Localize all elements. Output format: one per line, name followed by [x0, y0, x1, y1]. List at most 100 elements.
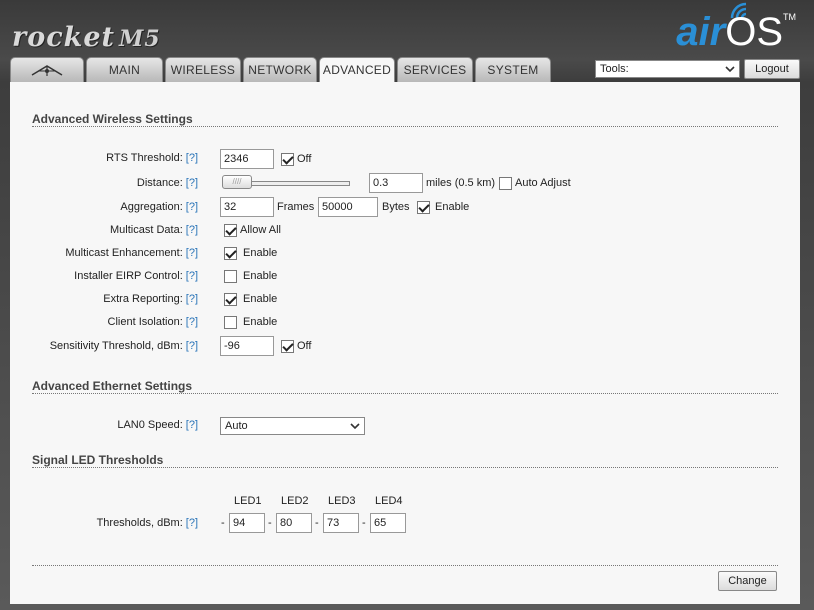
client-isolation-enable: Enable	[243, 316, 278, 328]
extra-reporting-label: Extra Reporting: [?]	[103, 293, 198, 305]
rocket-m5-logo: rocket M5	[12, 22, 161, 53]
airos-logo-tm: TM	[783, 12, 796, 22]
section-divider	[32, 393, 778, 394]
aggregation-frames-input[interactable]: 32	[220, 197, 274, 217]
product-model-text: M5	[119, 26, 161, 52]
section-divider	[32, 467, 778, 468]
multicast-enh-help-link[interactable]: [?]	[186, 247, 198, 259]
led4-header: LED4	[375, 495, 403, 507]
sensitivity-off-checkbox[interactable]	[281, 340, 294, 353]
chevron-down-icon	[725, 66, 735, 73]
rts-threshold-input[interactable]: 2346	[220, 149, 274, 169]
section-divider	[32, 126, 778, 127]
frames-label: Frames	[277, 201, 315, 213]
tools-dropdown[interactable]: Tools:	[595, 60, 740, 78]
tab-wireless[interactable]: WIRELESS	[165, 57, 241, 82]
sensitivity-off-label: Off	[297, 340, 312, 352]
distance-input[interactable]: 0.3	[369, 173, 423, 193]
thresholds-help-link[interactable]: [?]	[186, 517, 198, 529]
led1-header: LED1	[234, 495, 262, 507]
tab-system[interactable]: SYSTEM	[475, 57, 551, 82]
tab-network[interactable]: NETWORK	[243, 57, 317, 82]
distance-label: Distance: [?]	[137, 177, 198, 189]
aggregation-bytes-input[interactable]: 50000	[318, 197, 378, 217]
distance-unit: miles (0.5 km)	[426, 177, 496, 189]
aggregation-label: Aggregation: [?]	[120, 201, 198, 213]
thresholds-label-text: Thresholds, dBm:	[96, 517, 183, 529]
eirp-control-label-text: Installer EIRP Control:	[74, 270, 183, 282]
led2-threshold-input[interactable]: 80	[276, 513, 312, 533]
sensitivity-help-link[interactable]: [?]	[186, 340, 198, 352]
airos-logo-os: OS	[725, 10, 783, 54]
client-isolation-label: Client Isolation: [?]	[108, 316, 198, 328]
client-isolation-help-link[interactable]: [?]	[186, 316, 198, 328]
eirp-control-label: Installer EIRP Control: [?]	[74, 270, 198, 282]
sensitivity-threshold-input[interactable]: -96	[220, 336, 274, 356]
distance-label-text: Distance:	[136, 177, 183, 189]
multicast-allow-checkbox[interactable]	[224, 224, 237, 237]
auto-adjust-checkbox[interactable]	[499, 177, 512, 190]
led3-threshold-input[interactable]: 73	[323, 513, 359, 533]
led3-minus: -	[315, 517, 319, 529]
chevron-down-icon	[350, 423, 360, 430]
client-isolation-label-text: Client Isolation:	[107, 316, 183, 328]
multicast-data-label-text: Multicast Data:	[110, 224, 183, 236]
aggregation-enable-checkbox[interactable]	[417, 201, 430, 214]
product-logo-text: rocket	[12, 22, 116, 53]
led4-minus: -	[362, 517, 366, 529]
change-button[interactable]: Change	[718, 571, 777, 591]
eirp-help-link[interactable]: [?]	[186, 270, 198, 282]
lan0-help-link[interactable]: [?]	[186, 419, 198, 431]
tools-dropdown-value: Tools:	[600, 63, 629, 75]
led1-minus: -	[221, 517, 225, 529]
airos-logo-air: air	[676, 10, 726, 54]
advanced-settings-panel: Advanced Wireless Settings RTS Threshold…	[10, 82, 800, 604]
multicast-enhancement-label: Multicast Enhancement: [?]	[65, 247, 198, 259]
auto-adjust-label: Auto Adjust	[515, 177, 571, 189]
multicast-data-label: Multicast Data: [?]	[110, 224, 198, 236]
ethernet-section-title: Advanced Ethernet Settings	[32, 379, 193, 393]
ubiquiti-logo-icon	[31, 65, 63, 76]
tab-main[interactable]: MAIN	[86, 57, 163, 82]
lan0-speed-label-text: LAN0 Speed:	[117, 419, 183, 431]
logout-button[interactable]: Logout	[744, 59, 800, 79]
lan0-speed-value: Auto	[225, 420, 248, 432]
multicast-allow-label: Allow All	[240, 224, 281, 236]
multicast-enhancement-enable: Enable	[243, 247, 278, 259]
bytes-label: Bytes	[382, 201, 410, 213]
led2-minus: -	[268, 517, 272, 529]
lan0-speed-select[interactable]: Auto	[220, 417, 365, 435]
aggregation-enable-label: Enable	[435, 201, 470, 213]
tab-services[interactable]: SERVICES	[397, 57, 473, 82]
tab-advanced[interactable]: ADVANCED	[319, 57, 395, 83]
wireless-section-title: Advanced Wireless Settings	[32, 112, 193, 126]
rts-off-label: Off	[297, 153, 312, 165]
eirp-control-checkbox[interactable]	[224, 270, 237, 283]
led1-threshold-input[interactable]: 94	[229, 513, 265, 533]
led4-threshold-input[interactable]: 65	[370, 513, 406, 533]
rts-threshold-label-text: RTS Threshold:	[106, 152, 183, 164]
eirp-control-enable: Enable	[243, 270, 278, 282]
distance-slider-handle[interactable]: ////	[222, 175, 252, 189]
multicast-enhancement-checkbox[interactable]	[224, 247, 237, 260]
multicast-enhancement-label-text: Multicast Enhancement:	[65, 247, 183, 259]
distance-help-link[interactable]: [?]	[186, 177, 198, 189]
aggregation-help-link[interactable]: [?]	[186, 201, 198, 213]
thresholds-label: Thresholds, dBm: [?]	[97, 517, 198, 529]
lan0-speed-label: LAN0 Speed: [?]	[117, 419, 198, 431]
rts-off-checkbox[interactable]	[281, 153, 294, 166]
extra-reporting-label-text: Extra Reporting:	[103, 293, 183, 305]
sensitivity-threshold-label-text: Sensitivity Threshold, dBm:	[49, 340, 183, 352]
led-section-title: Signal LED Thresholds	[32, 453, 164, 467]
multicast-help-link[interactable]: [?]	[186, 224, 198, 236]
client-isolation-checkbox[interactable]	[224, 316, 237, 329]
extra-reporting-enable: Enable	[243, 293, 278, 305]
rts-help-link[interactable]: [?]	[186, 152, 198, 164]
extra-reporting-help-link[interactable]: [?]	[186, 293, 198, 305]
aggregation-label-text: Aggregation:	[120, 201, 183, 213]
tab-ubiquiti-logo[interactable]	[10, 57, 84, 82]
main-tabs: MAIN WIRELESS NETWORK ADVANCED SERVICES …	[10, 57, 553, 83]
led3-header: LED3	[328, 495, 356, 507]
extra-reporting-checkbox[interactable]	[224, 293, 237, 306]
footer-divider	[32, 565, 778, 566]
